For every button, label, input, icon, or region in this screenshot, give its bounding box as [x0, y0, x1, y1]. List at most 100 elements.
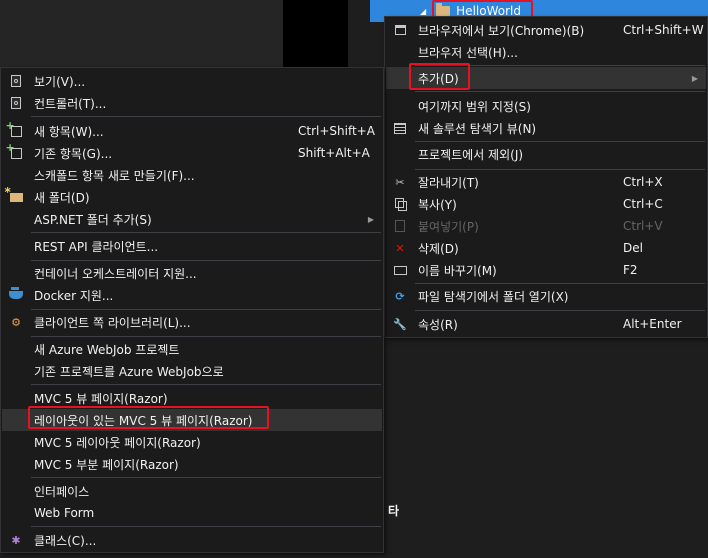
submenu-item-existing-item[interactable]: 기존 항목(G)... Shift+Alt+A: [2, 141, 382, 164]
menu-item-label: REST API 클라이언트...: [34, 239, 159, 254]
menu-item-label: 새 항목(W)...: [34, 124, 104, 139]
menu-item-label: 기존 항목(G)...: [34, 146, 113, 161]
class-icon: ✱: [11, 533, 21, 547]
submenu-item-new-scaffolded-item[interactable]: 스캐폴드 항목 새로 만들기(F)...: [2, 164, 382, 186]
menu-item-shortcut: Ctrl+V: [623, 219, 663, 233]
submenu-item-docker-support[interactable]: Docker 지원...: [2, 284, 382, 306]
menu-separator: [31, 232, 381, 233]
menu-item-open-in-file-explorer[interactable]: ⟳ 파일 탐색기에서 폴더 열기(X): [386, 285, 706, 307]
paste-icon: [395, 220, 405, 232]
submenu-item-web-form[interactable]: Web Form: [2, 502, 382, 524]
delete-icon: ✕: [395, 241, 405, 255]
menu-item-label: 새 Azure WebJob 프로젝트: [34, 342, 180, 357]
menu-item-label: 새 솔루션 탐색기 뷰(N): [418, 121, 537, 136]
menu-separator: [31, 477, 381, 478]
wrench-icon: 🔧: [393, 317, 407, 331]
highlight-box-mvc5-layout-view: [28, 406, 269, 429]
menu-item-label: 여기까지 범위 지정(S): [418, 99, 531, 114]
new-folder-icon: [5, 185, 23, 202]
scissors-icon: ✂: [395, 175, 405, 189]
controller-icon: [11, 97, 21, 109]
menu-item-label: 프로젝트에서 제외(J): [418, 147, 524, 162]
menu-item-view-in-browser[interactable]: 브라우저에서 보기(Chrome)(B) Ctrl+Shift+W: [386, 19, 706, 41]
menu-separator: [415, 91, 705, 92]
new-item-icon: [6, 119, 22, 137]
existing-item-icon: [6, 141, 22, 159]
submenu-item-rest-api-client[interactable]: REST API 클라이언트...: [2, 235, 382, 257]
submenu-item-view[interactable]: 보기(V)...: [2, 70, 382, 92]
properties-pane: [383, 335, 708, 558]
expand-arrow-icon[interactable]: ◢: [420, 7, 426, 16]
menu-separator: [31, 384, 381, 385]
submenu-item-new-folder[interactable]: 새 폴더(D): [2, 185, 382, 208]
copy-icon: [394, 198, 407, 211]
menu-item-shortcut: Alt+Enter: [623, 317, 682, 331]
menu-item-cut[interactable]: ✂ 잘라내기(T) Ctrl+X: [386, 171, 706, 193]
menu-separator: [31, 336, 381, 337]
menu-separator: [31, 526, 381, 527]
submenu-item-container-orchestrator[interactable]: 컨테이너 오케스트레이터 지원...: [2, 262, 382, 284]
menu-item-label: Web Form: [34, 506, 95, 520]
properties-pane-label: 타: [388, 504, 400, 518]
library-icon: ⚙: [11, 315, 21, 329]
menu-item-delete[interactable]: ✕ 삭제(D) Del: [386, 237, 706, 259]
menu-item-label: ASP.NET 폴더 추가(S): [34, 212, 152, 227]
menu-item-label: 붙여넣기(P): [418, 219, 479, 234]
menu-item-label: 새 폴더(D): [34, 190, 90, 205]
pane-gap: [348, 0, 370, 70]
menu-item-label: Docker 지원...: [34, 288, 114, 303]
browser-icon: [394, 25, 406, 35]
menu-item-shortcut: Ctrl+C: [623, 197, 663, 211]
menu-separator: [31, 309, 381, 310]
menu-item-label: MVC 5 부분 페이지(Razor): [34, 457, 179, 472]
new-solution-view-icon: [394, 122, 406, 134]
menu-item-label: 속성(R): [418, 317, 458, 332]
menu-item-properties[interactable]: 🔧 속성(R) Alt+Enter: [386, 313, 706, 335]
rename-icon: [393, 265, 407, 275]
submenu-item-mvc5-layout-page[interactable]: MVC 5 레이아웃 페이지(Razor): [2, 431, 382, 453]
submenu-arrow-icon: ▶: [367, 214, 374, 224]
menu-item-label: 스캐폴드 항목 새로 만들기(F)...: [34, 168, 195, 183]
menu-separator: [31, 116, 381, 117]
add-submenu: 보기(V)... 컨트롤러(T)... 새 항목(W)... Ctrl+Shif…: [0, 67, 384, 553]
black-panel: [283, 0, 348, 70]
menu-item-label: 클라이언트 쪽 라이브러리(L)...: [34, 315, 191, 330]
menu-item-label: 삭제(D): [418, 241, 459, 256]
menu-item-label: 클래스(C)...: [34, 533, 97, 548]
submenu-item-mvc5-partial-page[interactable]: MVC 5 부분 페이지(Razor): [2, 453, 382, 475]
submenu-item-new-item[interactable]: 새 항목(W)... Ctrl+Shift+A: [2, 119, 382, 142]
menu-separator: [415, 141, 705, 142]
menu-item-label: 컨트롤러(T)...: [34, 96, 107, 111]
submenu-item-controller[interactable]: 컨트롤러(T)...: [2, 92, 382, 114]
submenu-item-new-azure-webjob[interactable]: 새 Azure WebJob 프로젝트: [2, 338, 382, 360]
menu-item-shortcut: Ctrl+Shift+W: [623, 23, 704, 37]
submenu-item-aspnet-folder[interactable]: ASP.NET 폴더 추가(S) ▶: [2, 208, 382, 230]
menu-item-label: 보기(V)...: [34, 74, 86, 89]
submenu-item-class[interactable]: ✱ 클래스(C)...: [2, 529, 382, 551]
menu-item-label: 이름 바꾸기(M): [418, 263, 497, 278]
menu-item-scope-to-this[interactable]: 여기까지 범위 지정(S): [386, 95, 706, 117]
menu-item-shortcut: Ctrl+X: [623, 175, 663, 189]
menu-item-exclude-from-project[interactable]: 프로젝트에서 제외(J): [386, 143, 706, 165]
highlight-box-add: [409, 63, 470, 90]
submenu-item-interface[interactable]: 인터페이스: [2, 480, 382, 502]
menu-item-new-solution-view[interactable]: 새 솔루션 탐색기 뷰(N): [386, 117, 706, 139]
submenu-item-existing-as-webjob[interactable]: 기존 프로젝트를 Azure WebJob으로: [2, 360, 382, 382]
menu-item-shortcut: Ctrl+Shift+A: [298, 124, 375, 138]
editor-pane: [0, 0, 283, 70]
menu-item-label: 잘라내기(T): [418, 175, 479, 190]
menu-item-label: 기존 프로젝트를 Azure WebJob으로: [34, 364, 224, 379]
menu-item-shortcut: Del: [623, 241, 643, 255]
view-icon: [11, 75, 21, 87]
menu-item-label: MVC 5 레이아웃 페이지(Razor): [34, 435, 201, 450]
menu-item-copy[interactable]: 복사(Y) Ctrl+C: [386, 193, 706, 215]
menu-item-label: 인터페이스: [34, 484, 90, 499]
menu-item-browse-with[interactable]: 브라우저 선택(H)...: [386, 41, 706, 63]
menu-item-label: 파일 탐색기에서 폴더 열기(X): [418, 289, 569, 304]
menu-item-rename[interactable]: 이름 바꾸기(M) F2: [386, 259, 706, 281]
menu-separator: [415, 310, 705, 311]
menu-separator: [415, 169, 705, 170]
menu-item-paste[interactable]: 붙여넣기(P) Ctrl+V: [386, 215, 706, 237]
menu-separator: [415, 283, 705, 284]
submenu-item-client-side-library[interactable]: ⚙ 클라이언트 쪽 라이브러리(L)...: [2, 311, 382, 333]
